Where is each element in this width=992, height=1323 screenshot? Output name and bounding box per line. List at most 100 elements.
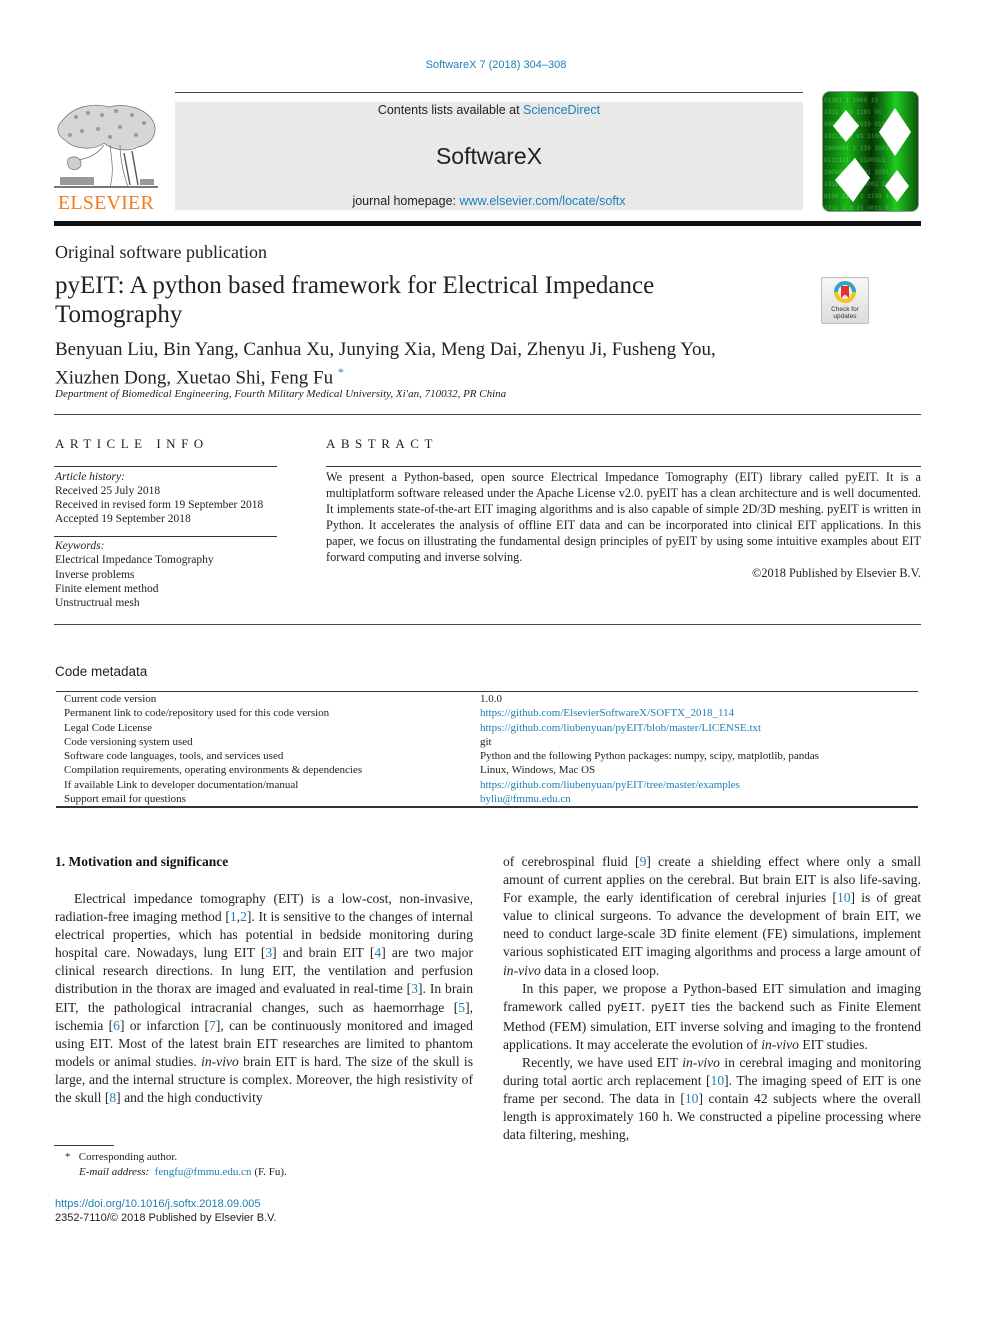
svg-text:01101 1 1000 10: 01101 1 1000 10	[824, 97, 878, 104]
citation-link[interactable]: 2	[240, 909, 247, 924]
text-run: EIT studies.	[798, 1036, 868, 1052]
history-revised: Received in revised form 19 September 20…	[55, 499, 264, 511]
history-label: Article history:	[55, 471, 125, 483]
crossmark-label-line2: updates	[833, 313, 857, 320]
code-metadata-row: Compilation requirements, operating envi…	[56, 763, 918, 777]
publication-type: Original software publication	[55, 242, 267, 262]
email-suffix: (F. Fu).	[251, 1166, 287, 1178]
issn-copyright: 2352-7110/© 2018 Published by Elsevier B…	[55, 1212, 277, 1224]
journal-citation-link[interactable]: SoftwareX 7 (2018) 304–308	[0, 59, 992, 71]
code-metadata-value: Linux, Windows, Mac OS	[480, 764, 596, 777]
citation-link[interactable]: 1	[230, 909, 237, 924]
elsevier-wordmark: ELSEVIER	[57, 192, 155, 214]
keywords-rule	[54, 536, 277, 537]
footnote-corresponding: * Corresponding author.	[65, 1151, 177, 1163]
abstract-text: We present a Python-based, open source E…	[326, 470, 921, 565]
code-metadata-table: Current code version 1.0.0 Permanent link …	[56, 691, 918, 809]
divider	[54, 414, 921, 415]
abstract-heading: ABSTRACT	[326, 436, 438, 451]
code-metadata-row: Legal Code License https://github.com/liu…	[56, 721, 918, 735]
paragraph: Recently, we have used EIT in-vivo in ce…	[503, 1054, 921, 1144]
article-info-heading: ARTICLE INFO	[55, 436, 209, 451]
history-received: Received 25 July 2018	[55, 485, 161, 497]
code-metadata-link[interactable]: byliu@fmmu.edu.cn	[472, 792, 918, 807]
svg-text:101111 0 01 11000: 101111 0 01 11000	[824, 133, 886, 140]
footnote-rule	[54, 1145, 114, 1146]
doi-link[interactable]: https://doi.org/10.1016/j.softx.2018.09.…	[55, 1198, 260, 1210]
abstract-rule	[326, 466, 921, 467]
authors-line-2: Xiuzhen Dong, Xuetao Shi, Feng Fu *	[55, 361, 795, 389]
italic-term: in-vivo	[201, 1053, 239, 1069]
code-metadata-label: Compilation requirements, operating envi…	[64, 764, 363, 777]
header-thick-rule	[54, 221, 921, 226]
code-metadata-row: Software code languages, tools, and serv…	[56, 749, 918, 763]
footnote-corresponding-text: Corresponding author.	[78, 1151, 178, 1163]
corresponding-author-mark[interactable]: *	[338, 365, 344, 379]
text-run: ] and the high conductivity	[116, 1090, 263, 1106]
text-run: of cerebrospinal fluid [	[503, 854, 640, 869]
homepage-prefix: journal homepage:	[352, 194, 460, 208]
code-metadata-row: Permanent link to code/repository used f…	[56, 706, 918, 720]
keyword: Inverse problems	[55, 568, 135, 581]
sciencedirect-link[interactable]: ScienceDirect	[523, 103, 600, 117]
body-column-right: of cerebrospinal fluid [9] create a shie…	[503, 853, 921, 1145]
code-metadata-value: git	[480, 735, 492, 748]
text-run: Recently, we have used EIT	[522, 1055, 683, 1071]
contents-availability: Contents lists available at ScienceDirec…	[175, 103, 803, 117]
email-label: E-mail address:	[79, 1166, 150, 1178]
code-metadata-row: Code versioning system used git	[56, 735, 918, 749]
code-metadata-label: If available Link to developer documenta…	[64, 778, 299, 791]
keywords-label: Keywords:	[55, 540, 105, 552]
citation-link[interactable]: 10	[837, 890, 851, 905]
svg-text:1000001 1 110 1001: 1000001 1 110 1001	[824, 145, 889, 152]
body-column-left: Electrical impedance tomography (EIT) is…	[55, 890, 473, 1107]
code-metadata-label: Code versioning system used	[64, 735, 193, 748]
code-metadata-row: If available Link to developer documenta…	[56, 778, 918, 792]
keywords: Keywords: Electrical Impedance Tomograph…	[55, 539, 214, 610]
code-metadata-label: Software code languages, tools, and serv…	[64, 750, 284, 763]
keyword: Unstructrual mesh	[55, 597, 140, 610]
code-metadata-value: Python and the following Python packages…	[480, 750, 819, 763]
code-term: pyEIT	[606, 1001, 642, 1015]
citation-link[interactable]: 6	[113, 1018, 120, 1033]
paragraph: Electrical impedance tomography (EIT) is…	[55, 890, 473, 1107]
code-metadata-link[interactable]: https://github.com/ElsevierSoftwareX/SOF…	[472, 706, 918, 720]
text-run: .	[641, 998, 651, 1014]
text-run: ] or infarction [	[119, 1017, 210, 1033]
code-metadata-row: Current code version 1.0.0	[56, 692, 918, 707]
article-title: pyEIT: A python based framework for Elec…	[55, 272, 655, 328]
code-metadata-label: Current code version	[64, 693, 157, 705]
code-metadata-label: Legal Code License	[64, 721, 152, 734]
footnote-star: *	[65, 1151, 71, 1163]
article-history: Article history: Received 25 July 2018 R…	[55, 470, 263, 526]
divider	[54, 624, 921, 625]
contents-prefix: Contents lists available at	[377, 103, 524, 117]
text-run: data in a closed loop.	[540, 962, 660, 978]
code-metadata-label: Support email for questions	[64, 793, 186, 806]
code-metadata-title: Code metadata	[55, 664, 148, 679]
author-list: Benyuan Liu, Bin Yang, Canhua Xu, Junyin…	[55, 338, 795, 389]
section-heading: 1. Motivation and significance	[55, 854, 229, 869]
corresponding-email-link[interactable]: fengfu@fmmu.edu.cn	[155, 1166, 252, 1178]
paragraph: In this paper, we propose a Python-based…	[503, 980, 921, 1054]
paragraph: of cerebrospinal fluid [9] create a shie…	[503, 853, 921, 980]
journal-name: SoftwareX	[435, 143, 543, 169]
citation-link[interactable]: 10	[685, 1091, 699, 1106]
article-info-rule	[54, 466, 277, 467]
code-metadata-link[interactable]: https://github.com/liubenyuan/pyEIT/blob…	[472, 721, 918, 735]
code-metadata-row: Support email for questions byliu@fmmu.ed…	[56, 792, 918, 807]
history-accepted: Accepted 19 September 2018	[55, 513, 191, 525]
citation-link[interactable]: 7	[209, 1018, 216, 1033]
code-metadata-link[interactable]: https://github.com/liubenyuan/pyEIT/tree…	[472, 778, 918, 792]
citation-link[interactable]: 3	[411, 981, 418, 996]
journal-cover-image[interactable]: 01101 1 1000 101011 0 0 1101 01 00001 11…	[822, 91, 919, 212]
authors-line-1: Benyuan Liu, Bin Yang, Canhua Xu, Junyin…	[55, 339, 716, 360]
journal-homepage: journal homepage: www.elsevier.com/locat…	[175, 194, 803, 208]
header-top-rule	[175, 92, 803, 93]
keyword: Electrical Impedance Tomography	[55, 554, 214, 567]
keyword: Finite element method	[55, 582, 159, 595]
homepage-link[interactable]: www.elsevier.com/locate/softx	[459, 194, 625, 208]
citation-link[interactable]: 10	[711, 1073, 725, 1088]
check-for-updates-badge[interactable]: Check for updates	[821, 277, 869, 324]
crossmark-label-line1: Check for	[831, 306, 860, 313]
